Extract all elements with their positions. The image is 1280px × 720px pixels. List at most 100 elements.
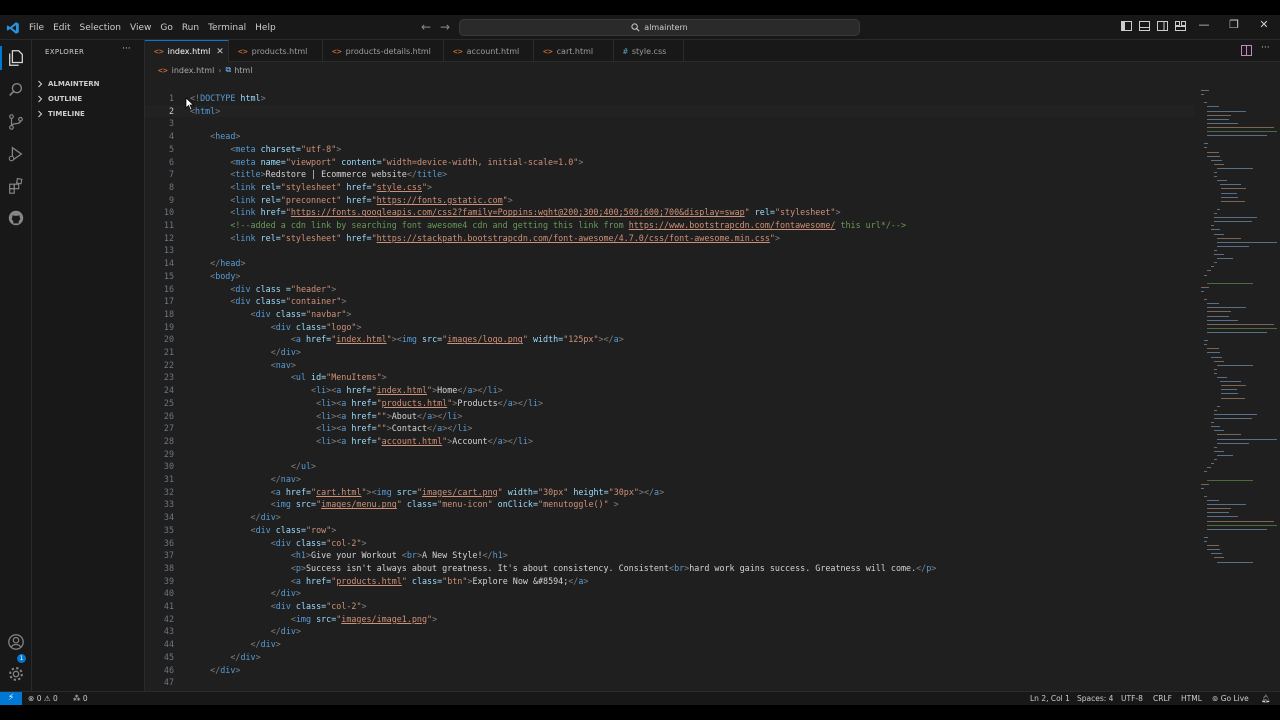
sidebar-section-outline[interactable]: OUTLINE <box>36 95 82 103</box>
code-line[interactable]: 18 <div class="navbar"> <box>145 308 1195 321</box>
extensions-icon[interactable] <box>7 177 25 195</box>
code-line[interactable]: 7 <title>Redstore | Ecommerce website</t… <box>145 168 1195 181</box>
accounts-icon[interactable] <box>7 633 25 651</box>
code-line[interactable]: 12 <link rel="stylesheet" href="https://… <box>145 232 1195 245</box>
back-arrow-icon[interactable]: ← <box>421 20 431 34</box>
remote-indicator-icon[interactable]: ⚡ <box>0 692 22 705</box>
code-line[interactable]: 29 <box>145 448 1195 461</box>
code-line[interactable]: 25 <li><a href="products.html">Products<… <box>145 397 1195 410</box>
ports-indicator[interactable]: ⁂ 0 <box>73 694 88 703</box>
manage-gear-icon[interactable] <box>7 665 25 683</box>
code-line[interactable]: 45 </div> <box>145 651 1195 664</box>
code-line[interactable]: 32 <a href="cart.html"><img src="images/… <box>145 486 1195 499</box>
go-live-button[interactable]: ⊚ Go Live <box>1212 694 1249 703</box>
code-line[interactable]: 11 <!--added a cdn link by searching fon… <box>145 219 1195 232</box>
code-line[interactable]: 6 <meta name="viewport" content="width=d… <box>145 156 1195 169</box>
customize-layout-icon[interactable] <box>1175 21 1187 32</box>
tab-products-html[interactable]: <> products.html <box>229 40 323 62</box>
github-icon[interactable] <box>7 209 25 227</box>
code-line[interactable]: 13 <box>145 244 1195 257</box>
code-line[interactable]: 1 <!DOCTYPE html> <box>145 92 1195 105</box>
forward-arrow-icon[interactable]: → <box>440 20 450 34</box>
code-line[interactable]: 20 <a href="index.html"><img src="images… <box>145 333 1195 346</box>
tab-cart-html[interactable]: <> cart.html <box>534 40 614 62</box>
code-line[interactable]: 23 <ul id="MenuItems"> <box>145 371 1195 384</box>
menu-item-help[interactable]: Help <box>255 23 276 33</box>
tab-style-css[interactable]: # style.css <box>614 40 684 62</box>
command-center-search[interactable]: almaintern <box>459 19 860 36</box>
toggle-secondary-sidebar-icon[interactable] <box>1157 21 1169 32</box>
menu-item-terminal[interactable]: Terminal <box>208 23 246 33</box>
code-line[interactable]: 36 <div class="col-2"> <box>145 537 1195 550</box>
code-line[interactable]: 27 <li><a href="">Contact</a></li> <box>145 422 1195 435</box>
code-line[interactable]: 42 <img src="images/image1.png"> <box>145 613 1195 626</box>
notifications-bell-icon[interactable]: 🔔︎ <box>1261 694 1271 703</box>
menu-item-selection[interactable]: Selection <box>80 23 121 33</box>
encoding[interactable]: UTF-8 <box>1121 694 1143 703</box>
menu-item-run[interactable]: Run <box>182 23 199 33</box>
code-line[interactable]: 8 <link rel="stylesheet" href="style.css… <box>145 181 1195 194</box>
code-line[interactable]: 41 <div class="col-2"> <box>145 600 1195 613</box>
code-line[interactable]: 3 <box>145 117 1195 130</box>
end-of-line[interactable]: CRLF <box>1153 694 1172 703</box>
code-line[interactable]: 5 <meta charset="utf-8"> <box>145 143 1195 156</box>
tab-index-html[interactable]: <> index.html ✕ <box>145 40 229 62</box>
menu-item-view[interactable]: View <box>130 23 151 33</box>
source-control-icon[interactable] <box>7 113 25 131</box>
code-line[interactable]: 24 <li><a href="index.html">Home</a></li… <box>145 384 1195 397</box>
breadcrumb-symbol[interactable]: html <box>234 66 252 75</box>
code-line[interactable]: 21 </div> <box>145 346 1195 359</box>
code-line[interactable]: 2 <html> <box>145 104 1195 118</box>
code-line[interactable]: 19 <div class="logo"> <box>145 321 1195 334</box>
maximize-icon[interactable]: ❐ <box>1226 18 1242 31</box>
code-line[interactable]: 38 <p>Success isn't always about greatne… <box>145 562 1195 575</box>
code-line[interactable]: 46 </div> <box>145 664 1195 677</box>
code-line[interactable]: 43 </div> <box>145 625 1195 638</box>
toggle-panel-icon[interactable] <box>1139 21 1151 32</box>
code-line[interactable]: 4 <head> <box>145 130 1195 143</box>
explorer-icon[interactable] <box>7 49 25 67</box>
minimize-icon[interactable]: — <box>1196 18 1212 31</box>
code-line[interactable]: 9 <link rel="preconnect" href="https://f… <box>145 194 1195 207</box>
menu-item-edit[interactable]: Edit <box>53 23 70 33</box>
code-line[interactable]: 30 </ul> <box>145 460 1195 473</box>
cursor-position[interactable]: Ln 2, Col 1 <box>1030 694 1070 703</box>
code-line[interactable]: 37 <h1>Give your Workout <br>A New Style… <box>145 549 1195 562</box>
code-line[interactable]: 26 <li><a href="">About</a></li> <box>145 410 1195 423</box>
code-line[interactable]: 22 <nav> <box>145 359 1195 372</box>
indentation[interactable]: Spaces: 4 <box>1077 694 1113 703</box>
menu-item-go[interactable]: Go <box>160 23 172 33</box>
code-line[interactable]: 10 <link href="https://fonts.googleapis.… <box>145 206 1195 219</box>
code-line[interactable]: 34 </div> <box>145 511 1195 524</box>
run-and-debug-icon[interactable] <box>7 145 25 163</box>
code-line[interactable]: 28 <li><a href="account.html">Account</a… <box>145 435 1195 448</box>
close-window-icon[interactable]: ✕ <box>1256 18 1272 31</box>
code-line[interactable]: 16 <div class ="header"> <box>145 283 1195 296</box>
code-editor[interactable]: 1 <!DOCTYPE html> 2 <html> 3 4 <head> 5 <meta … <box>145 78 1195 691</box>
code-line[interactable]: 40 </div> <box>145 587 1195 600</box>
menu-item-file[interactable]: File <box>29 23 44 33</box>
tab-account-html[interactable]: <> account.html <box>444 40 534 62</box>
code-line[interactable]: 14 </head> <box>145 257 1195 270</box>
search-view-icon[interactable] <box>7 81 25 99</box>
code-line[interactable]: 17 <div class="container"> <box>145 295 1195 308</box>
more-actions-icon[interactable]: ··· <box>122 44 131 54</box>
tab-products-details-html[interactable]: <> products-details.html <box>323 40 444 62</box>
toggle-primary-sidebar-icon[interactable] <box>1121 21 1133 32</box>
sidebar-section-workspace[interactable]: ALMAINTERN <box>36 80 100 88</box>
sidebar-section-timeline[interactable]: TIMELINE <box>36 110 85 118</box>
breadcrumb-file[interactable]: index.html <box>172 66 215 75</box>
editor-more-actions-icon[interactable]: ··· <box>1261 43 1270 53</box>
code-line[interactable]: 47 <box>145 676 1195 689</box>
code-line[interactable]: 39 <a href="products.html" class="btn">E… <box>145 575 1195 588</box>
close-tab-icon[interactable]: ✕ <box>216 47 224 57</box>
split-editor-icon[interactable] <box>1241 45 1252 56</box>
code-line[interactable]: 15 <body> <box>145 270 1195 283</box>
code-line[interactable]: 44 </div> <box>145 638 1195 651</box>
language-mode[interactable]: HTML <box>1181 694 1202 703</box>
code-line[interactable]: 35 <div class="row"> <box>145 524 1195 537</box>
problems-indicator[interactable]: ⊗ 0 ⚠ 0 <box>28 694 58 703</box>
minimap[interactable] <box>1195 78 1280 691</box>
code-line[interactable]: 33 <img src="images/menu.png" class="men… <box>145 498 1195 511</box>
code-line[interactable]: 31 </nav> <box>145 473 1195 486</box>
